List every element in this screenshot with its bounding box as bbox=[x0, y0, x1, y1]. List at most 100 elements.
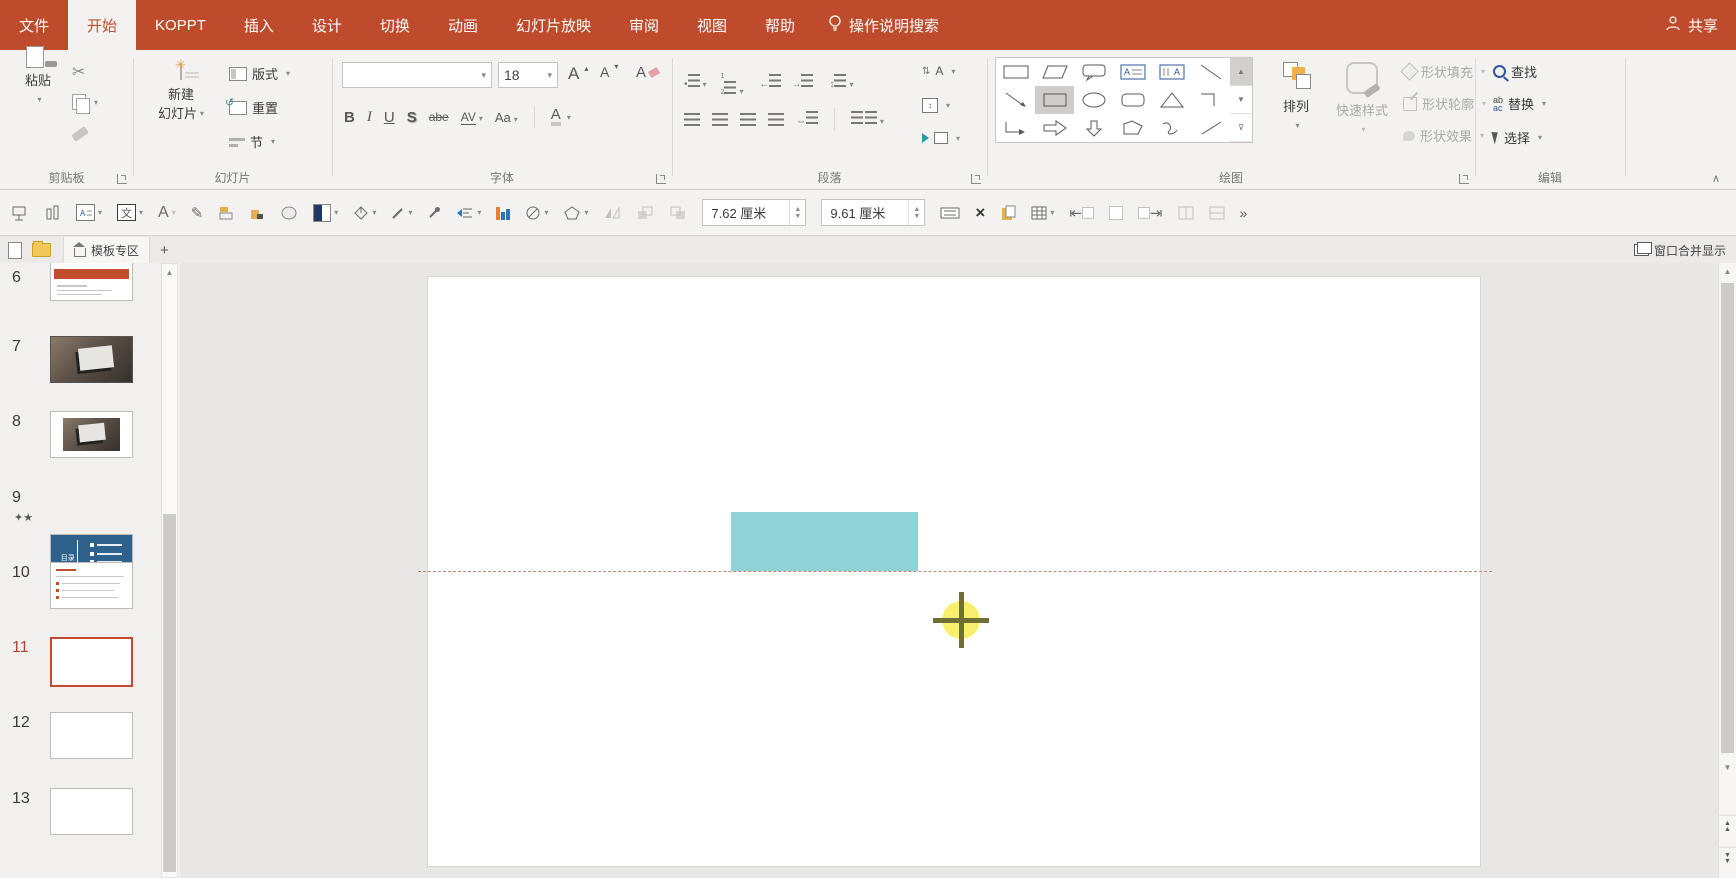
window-merge-toggle[interactable]: 窗口合并显示 bbox=[1633, 242, 1736, 259]
tab-view[interactable]: 视图 bbox=[678, 0, 746, 50]
shape-elbow-connector[interactable] bbox=[1192, 86, 1231, 114]
tell-me-search[interactable]: 操作说明搜索 bbox=[814, 0, 953, 50]
tab-slideshow[interactable]: 幻灯片放映 bbox=[497, 0, 610, 50]
spinner-arrows[interactable]: ▲ ▼ bbox=[789, 200, 805, 225]
slide-thumbnail-12[interactable] bbox=[50, 712, 133, 759]
shape-arrow-line[interactable] bbox=[996, 86, 1035, 114]
easel-icon[interactable] bbox=[10, 205, 28, 221]
flip-shape-icon[interactable] bbox=[603, 205, 621, 220]
bullets-button[interactable]: • ▾ bbox=[684, 73, 707, 90]
split-rows-icon[interactable] bbox=[1209, 206, 1225, 220]
tab-review[interactable]: 审阅 bbox=[610, 0, 678, 50]
split-columns-icon[interactable] bbox=[1178, 206, 1194, 220]
shape-rounded-rectangle[interactable] bbox=[1114, 86, 1153, 114]
character-spacing-button[interactable]: AV ▾ bbox=[460, 110, 483, 125]
scroll-up-arrow[interactable]: ▲ bbox=[1719, 267, 1736, 276]
shape-scribble[interactable] bbox=[1153, 114, 1192, 142]
bold-button[interactable]: B bbox=[344, 109, 355, 126]
change-case-button[interactable]: Aa ▾ bbox=[495, 110, 518, 125]
font-color-quick-button[interactable]: A ▾ bbox=[158, 204, 176, 222]
tab-insert[interactable]: 插入 bbox=[225, 0, 293, 50]
font-size-combobox[interactable]: 18 ▾ bbox=[498, 62, 558, 88]
align-objects-button[interactable]: ▾ bbox=[456, 206, 481, 220]
tab-template-zone[interactable]: 模板专区 bbox=[63, 237, 151, 263]
scrollbar-thumb[interactable] bbox=[1721, 283, 1734, 753]
teal-rectangle-shape[interactable] bbox=[731, 512, 918, 571]
grow-font-button[interactable]: A ▴ bbox=[568, 64, 588, 84]
tab-file[interactable]: 文件 bbox=[0, 0, 68, 50]
tab-home[interactable]: 开始 bbox=[68, 0, 137, 50]
toolbar-overflow-button[interactable]: » bbox=[1240, 205, 1248, 221]
replace-button[interactable]: ab ac 替换 ▾ bbox=[1493, 94, 1546, 113]
font-dialog-launcher[interactable] bbox=[656, 174, 666, 184]
numbering-button[interactable]: 1 2 ▾ bbox=[721, 66, 744, 97]
shape-fill-button[interactable]: 形状填充 ▾ bbox=[1400, 62, 1485, 81]
new-document-icon[interactable] bbox=[8, 241, 22, 259]
shapes-scroll-down[interactable]: ▼ bbox=[1230, 86, 1252, 114]
insert-textbox-button[interactable]: A ▾ bbox=[76, 204, 102, 221]
edit-shape-button[interactable]: ▾ bbox=[563, 205, 588, 221]
tab-animations[interactable]: 动画 bbox=[429, 0, 497, 50]
previous-slide-button[interactable]: ▲ ▲ bbox=[1719, 815, 1736, 845]
quick-styles-button[interactable]: 快速样式 ▾ bbox=[1329, 62, 1395, 138]
add-tab-button[interactable]: + bbox=[150, 242, 179, 259]
paste-button[interactable]: 粘贴 ▾ bbox=[12, 46, 64, 108]
slide-editing-canvas[interactable] bbox=[180, 263, 1719, 878]
shape-down-arrow[interactable] bbox=[1074, 114, 1113, 142]
slide-thumbnail-7[interactable] bbox=[50, 336, 133, 383]
fill-color-button[interactable]: ▾ bbox=[353, 205, 376, 221]
shape-callout[interactable] bbox=[1074, 58, 1113, 86]
shape-rectangle[interactable] bbox=[996, 58, 1035, 86]
select-button[interactable]: 选择 ▾ bbox=[1491, 128, 1542, 147]
shape-line[interactable] bbox=[1192, 58, 1231, 86]
share-button[interactable]: 共享 bbox=[1647, 0, 1736, 50]
cell-box-icon[interactable] bbox=[1108, 205, 1123, 220]
shape-parallelogram[interactable] bbox=[1035, 58, 1074, 86]
collapse-ribbon-button[interactable]: ∧ bbox=[1712, 172, 1720, 185]
insert-right-icon[interactable]: ⇥ bbox=[1137, 204, 1163, 222]
section-button[interactable]: 节 ▾ bbox=[229, 132, 275, 151]
keyboard-icon[interactable] bbox=[940, 206, 960, 220]
shape-effects-button[interactable]: 形状效果 ▾ bbox=[1403, 126, 1484, 145]
oval-tool-button[interactable] bbox=[280, 205, 298, 221]
cut-button[interactable]: ✂ bbox=[72, 62, 85, 82]
shape-triangle[interactable] bbox=[1153, 86, 1192, 114]
shape-outline-button[interactable]: 形状轮廓 ▾ bbox=[1403, 94, 1486, 113]
panel-scroll-up[interactable]: ▲ bbox=[162, 264, 177, 280]
insert-left-icon[interactable]: ⇤ bbox=[1069, 204, 1094, 222]
clipboard-dialog-launcher[interactable] bbox=[117, 174, 127, 184]
open-folder-icon[interactable] bbox=[32, 241, 51, 257]
eyedropper-icon[interactable] bbox=[427, 206, 441, 220]
shape-width-spinner[interactable]: 7.62 厘米 ▲ ▼ bbox=[702, 199, 807, 226]
arrange-button[interactable]: 排列 ▾ bbox=[1269, 62, 1323, 134]
vertical-textbox-button[interactable]: 文 ▾ bbox=[117, 204, 143, 221]
tab-koppt[interactable]: KOPPT bbox=[136, 0, 225, 50]
spinner-arrows[interactable]: ▲ ▼ bbox=[908, 200, 924, 225]
find-button[interactable]: 查找 bbox=[1493, 62, 1537, 81]
slide-thumbnail-13[interactable] bbox=[50, 788, 133, 835]
shape-right-arrow[interactable] bbox=[1035, 114, 1074, 142]
shape-freeform[interactable] bbox=[1114, 114, 1153, 142]
distributed-button[interactable]: ⇔ bbox=[796, 111, 818, 127]
font-name-combobox[interactable]: ▾ bbox=[342, 62, 492, 88]
format-painter-button[interactable] bbox=[71, 126, 89, 142]
distribute-columns-icon[interactable] bbox=[43, 205, 61, 221]
clear-formatting-button[interactable]: A bbox=[636, 64, 661, 81]
align-center-button[interactable] bbox=[712, 112, 728, 126]
next-slide-button[interactable]: ▼ ▼ bbox=[1719, 847, 1736, 877]
line-spacing-button[interactable]: ↕ ▾ bbox=[829, 73, 853, 90]
slide-thumbnail-8[interactable] bbox=[50, 411, 133, 458]
text-shadow-button[interactable]: S bbox=[407, 109, 417, 126]
copy-button[interactable]: ▾ bbox=[72, 94, 98, 114]
slide-thumbnail-6[interactable] bbox=[50, 263, 133, 301]
panel-scrollbar[interactable]: ▲ bbox=[161, 263, 178, 878]
merge-shapes-icon[interactable] bbox=[249, 205, 265, 221]
layout-button[interactable]: 版式 ▾ bbox=[229, 64, 290, 83]
shapes-scroll-up[interactable]: ▲ bbox=[1230, 58, 1252, 86]
scroll-down-arrow[interactable]: ▼ bbox=[1719, 763, 1736, 772]
paragraph-dialog-launcher[interactable] bbox=[971, 174, 981, 184]
font-color-button[interactable]: A bbox=[550, 107, 561, 126]
justify-button[interactable] bbox=[768, 112, 784, 126]
underline-button[interactable]: U bbox=[384, 109, 395, 126]
send-backward-icon[interactable] bbox=[669, 205, 687, 221]
